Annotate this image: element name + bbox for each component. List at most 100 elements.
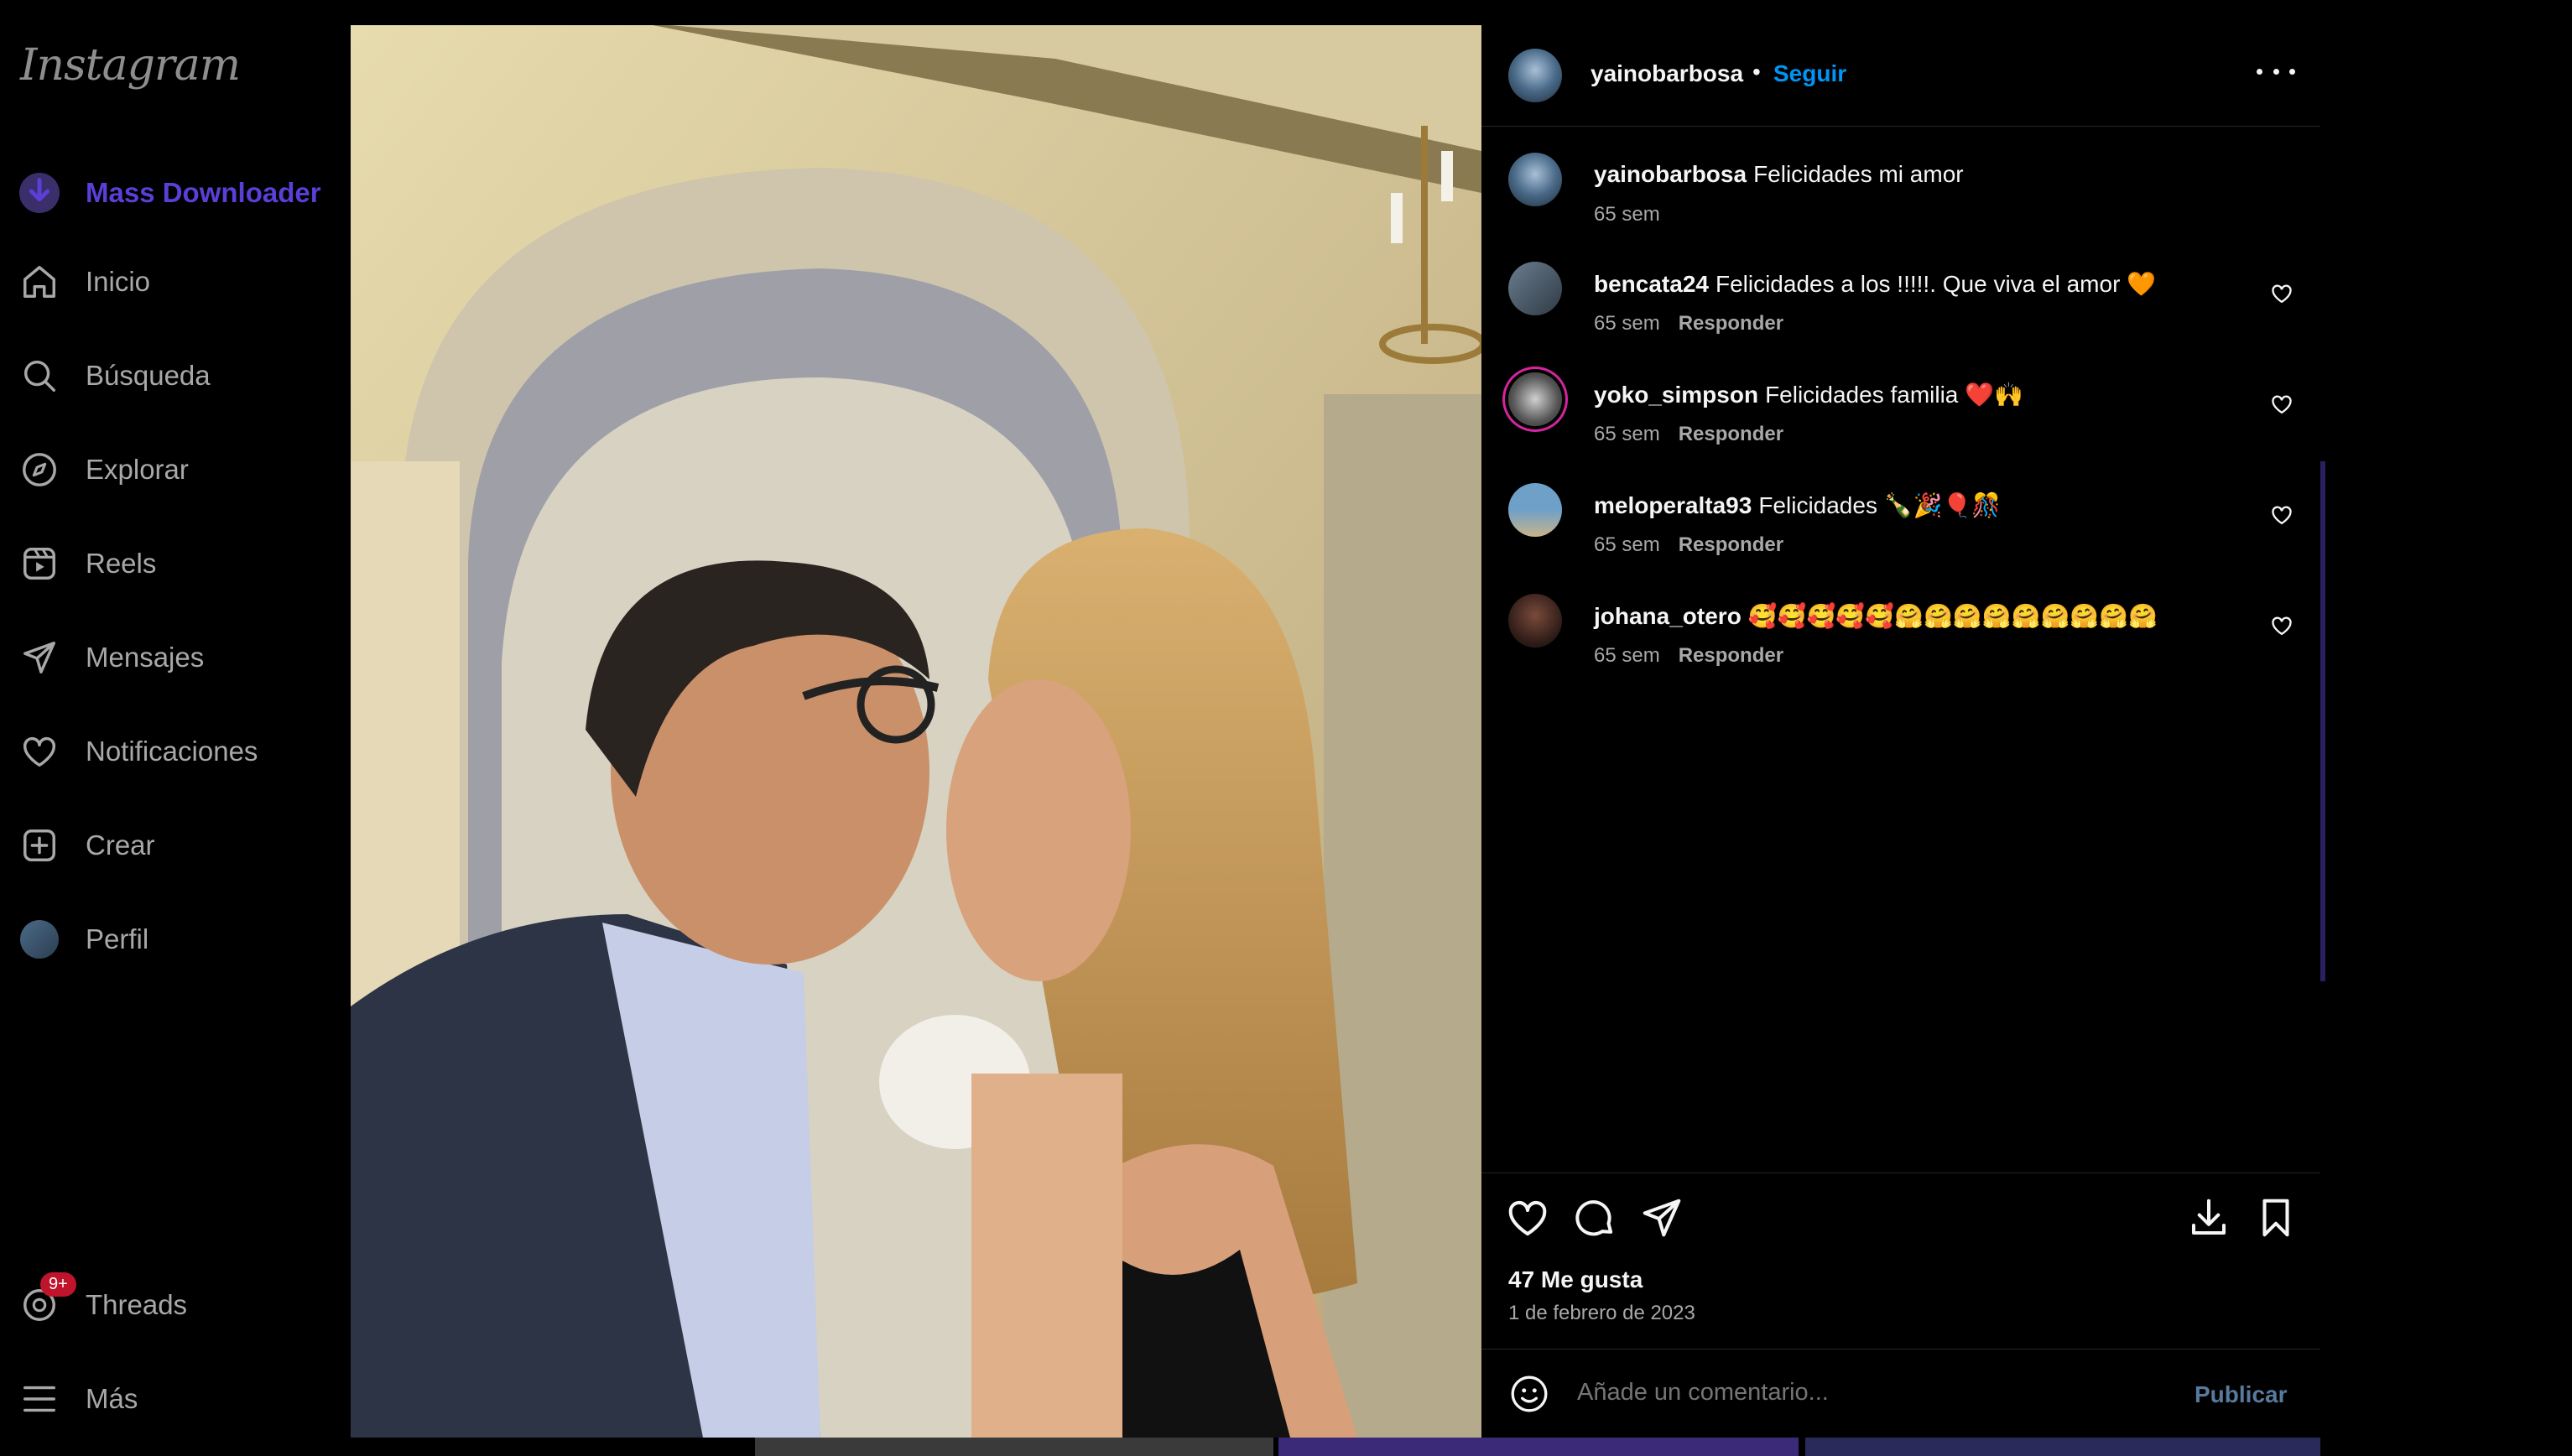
share-icon[interactable] xyxy=(1639,1195,1684,1240)
background-post-tile xyxy=(1805,1438,2320,1456)
publish-button[interactable]: Publicar xyxy=(2195,1381,2287,1408)
comment-meta: 65 sem Responder xyxy=(1594,533,1783,557)
background-post-tile xyxy=(755,1438,1273,1456)
instagram-logo[interactable]: Instagram xyxy=(20,40,241,91)
threads-icon: 9+ xyxy=(18,1272,76,1326)
comment-username[interactable]: meloperalta93 xyxy=(1594,492,1752,518)
sidebar-item-label: Búsqueda xyxy=(86,360,211,391)
search-icon xyxy=(18,355,60,397)
like-icon[interactable] xyxy=(1505,1195,1550,1240)
post-header: yainobarbosa • Seguir xyxy=(1481,25,2320,127)
comment-text: johana_otero 🥰🥰🥰🥰🥰🤗🤗🤗🤗🤗🤗🤗🤗🤗 xyxy=(1594,602,2158,630)
avatar[interactable] xyxy=(1508,262,1562,315)
action-bar xyxy=(1481,1173,2320,1266)
avatar xyxy=(20,920,59,959)
like-comment-icon[interactable] xyxy=(2270,614,2293,637)
comment-body: Felicidades a los !!!!!. Que viva el amo… xyxy=(1715,271,2157,297)
comment-meta: 65 sem Responder xyxy=(1594,644,1783,668)
comment-username[interactable]: johana_otero xyxy=(1594,603,1742,629)
add-comment-bar: Publicar xyxy=(1481,1349,2320,1438)
background-post-tile xyxy=(1278,1438,1799,1456)
comment-meta: 65 sem Responder xyxy=(1594,312,1783,335)
comment-body: Felicidades mi amor xyxy=(1753,161,1964,187)
avatar[interactable] xyxy=(1508,594,1562,647)
background-edge xyxy=(2320,461,2325,981)
compass-icon xyxy=(18,449,60,491)
sidebar-item-messages[interactable]: Mensajes xyxy=(18,624,204,691)
author-username[interactable]: yainobarbosa xyxy=(1591,60,1743,87)
separator-dot: • xyxy=(1752,59,1761,85)
follow-button[interactable]: Seguir xyxy=(1773,60,1846,87)
comment-username[interactable]: bencata24 xyxy=(1594,271,1709,297)
reply-button[interactable]: Responder xyxy=(1679,533,1783,556)
sidebar-item-label: Perfil xyxy=(86,923,149,954)
comment-body: 🥰🥰🥰🥰🥰🤗🤗🤗🤗🤗🤗🤗🤗🤗 xyxy=(1747,603,2158,629)
comment-item: meloperalta93 Felicidades 🍾🎉🎈🎊 65 sem Resp… xyxy=(1481,483,2320,575)
more-options-icon[interactable] xyxy=(2257,59,2295,84)
comment-text: meloperalta93 Felicidades 🍾🎉🎈🎊 xyxy=(1594,491,2001,519)
avatar[interactable] xyxy=(1508,153,1562,206)
sidebar-item-label: Inicio xyxy=(86,266,151,297)
reply-button[interactable]: Responder xyxy=(1679,644,1783,667)
comment-icon[interactable] xyxy=(1572,1195,1617,1240)
sidebar-item-label: Explorar xyxy=(86,454,189,485)
comment-time[interactable]: 65 sem xyxy=(1594,423,1660,445)
sidebar-item-label: Más xyxy=(86,1383,138,1414)
notification-badge: 9+ xyxy=(40,1272,76,1297)
comment-input[interactable] xyxy=(1575,1378,2166,1407)
emoji-icon[interactable] xyxy=(1508,1373,1550,1415)
like-comment-icon[interactable] xyxy=(2270,393,2293,416)
comment-username[interactable]: yainobarbosa xyxy=(1594,161,1747,187)
like-comment-icon[interactable] xyxy=(2270,503,2293,527)
post-details-panel: yainobarbosa • Seguir yainobarbosa Felici… xyxy=(1481,25,2320,1438)
send-icon xyxy=(18,637,60,679)
sidebar-item-more[interactable]: Más xyxy=(18,1365,138,1433)
sidebar-item-label: Reels xyxy=(86,548,157,579)
comment-username[interactable]: yoko_simpson xyxy=(1594,382,1758,408)
comment-item: yoko_simpson Felicidades familia ❤️🙌 65 s… xyxy=(1481,372,2320,465)
comment-time[interactable]: 65 sem xyxy=(1594,644,1660,667)
reply-button[interactable]: Responder xyxy=(1679,423,1783,445)
sidebar-item-notifications[interactable]: Notificaciones xyxy=(18,718,258,785)
author-avatar[interactable] xyxy=(1508,49,1562,102)
likes-count[interactable]: 47 Me gusta xyxy=(1508,1266,1643,1293)
sidebar-item-profile[interactable]: Perfil xyxy=(18,906,148,973)
comment-text: bencata24 Felicidades a los !!!!!. Que vi… xyxy=(1594,270,2156,298)
sidebar-item-home[interactable]: Inicio xyxy=(18,248,150,315)
download-icon[interactable] xyxy=(2186,1195,2231,1240)
avatar-with-story[interactable] xyxy=(1508,372,1562,426)
like-comment-icon[interactable] xyxy=(2270,282,2293,305)
comment-item: johana_otero 🥰🥰🥰🥰🥰🤗🤗🤗🤗🤗🤗🤗🤗🤗 65 sem Respond… xyxy=(1481,594,2320,686)
comment-meta: 65 sem xyxy=(1594,203,1660,226)
comment-item: bencata24 Felicidades a los !!!!!. Que vi… xyxy=(1481,262,2320,354)
reels-icon xyxy=(18,543,60,585)
caption: yainobarbosa Felicidades mi amor 65 sem xyxy=(1481,153,2320,245)
comment-body: Felicidades 🍾🎉🎈🎊 xyxy=(1758,492,2002,518)
sidebar-item-label: Crear xyxy=(86,829,155,861)
comment-meta: 65 sem Responder xyxy=(1594,423,1783,446)
mass-downloader-button[interactable]: Mass Downloader xyxy=(18,159,321,226)
post-date[interactable]: 1 de febrero de 2023 xyxy=(1508,1302,1695,1325)
comment-time[interactable]: 65 sem xyxy=(1594,203,1660,226)
comment-time[interactable]: 65 sem xyxy=(1594,533,1660,556)
avatar[interactable] xyxy=(1508,483,1562,537)
sidebar-item-reels[interactable]: Reels xyxy=(18,530,156,597)
sidebar-item-search[interactable]: Búsqueda xyxy=(18,342,211,409)
home-icon xyxy=(18,261,60,303)
heart-icon xyxy=(18,731,60,772)
left-nav: Instagram Mass Downloader Inicio Búsqued… xyxy=(0,0,386,1456)
sidebar-item-explore[interactable]: Explorar xyxy=(18,436,189,503)
comment-body: Felicidades familia ❤️🙌 xyxy=(1765,382,2023,408)
menu-icon xyxy=(18,1378,60,1420)
post-image[interactable] xyxy=(351,25,1481,1438)
sidebar-item-label: Notificaciones xyxy=(86,736,258,767)
reply-button[interactable]: Responder xyxy=(1679,312,1783,335)
sidebar-item-threads[interactable]: 9+ Threads xyxy=(18,1271,187,1339)
download-icon xyxy=(19,173,60,213)
bookmark-icon[interactable] xyxy=(2253,1195,2299,1240)
sidebar-item-label: Threads xyxy=(86,1289,188,1320)
plus-square-icon xyxy=(18,824,60,866)
comment-time[interactable]: 65 sem xyxy=(1594,312,1660,335)
sidebar-item-label: Mensajes xyxy=(86,642,205,673)
sidebar-item-create[interactable]: Crear xyxy=(18,812,155,879)
